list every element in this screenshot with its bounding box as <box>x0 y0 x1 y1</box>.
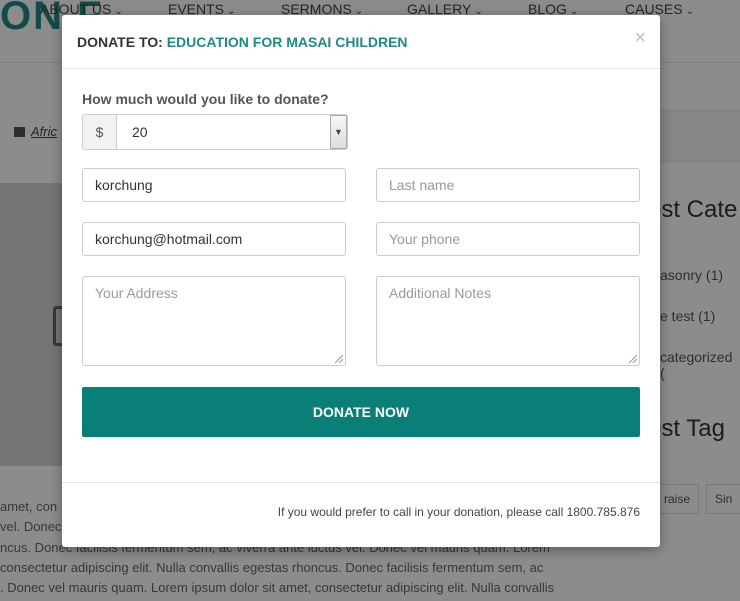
donate-modal: DONATE TO: EDUCATION FOR MASAI CHILDREN … <box>62 15 660 547</box>
modal-title: DONATE TO: EDUCATION FOR MASAI CHILDREN <box>77 34 408 50</box>
modal-footer: If you would prefer to call in your dona… <box>62 482 660 548</box>
last-name-field[interactable]: Last name <box>376 168 640 202</box>
call-info-text: If you would prefer to call in your dona… <box>277 505 640 519</box>
address-placeholder: Your Address <box>95 285 178 301</box>
email-field[interactable]: korchung@hotmail.com <box>82 222 346 256</box>
phone-field[interactable]: Your phone <box>376 222 640 256</box>
amount-select[interactable]: $ 20 ▼ <box>82 114 348 150</box>
close-icon[interactable]: × <box>634 28 646 48</box>
amount-value: 20 <box>132 124 148 140</box>
modal-header: DONATE TO: EDUCATION FOR MASAI CHILDREN … <box>62 15 660 69</box>
title-prefix: DONATE TO: <box>77 34 163 50</box>
resize-grip-icon[interactable] <box>629 355 637 363</box>
amount-label: How much would you like to donate? <box>82 91 329 107</box>
cause-name: EDUCATION FOR MASAI CHILDREN <box>166 34 408 50</box>
chevron-down-icon[interactable]: ▼ <box>330 115 347 149</box>
first-name-field[interactable]: korchung <box>82 168 346 202</box>
notes-placeholder: Additional Notes <box>389 285 491 301</box>
notes-textarea[interactable]: Additional Notes <box>376 276 640 366</box>
address-textarea[interactable]: Your Address <box>82 276 346 366</box>
currency-addon: $ <box>83 115 117 149</box>
donate-now-button[interactable]: DONATE NOW <box>82 387 640 437</box>
resize-grip-icon[interactable] <box>335 355 343 363</box>
